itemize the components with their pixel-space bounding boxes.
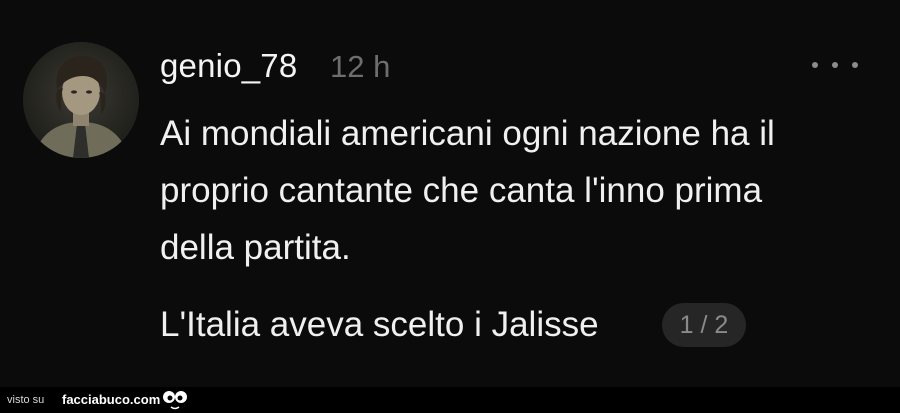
comment-second-paragraph: L'Italia aveva scelto i Jalisse — [160, 305, 599, 344]
username[interactable]: genio_78 — [160, 47, 297, 85]
dot — [812, 62, 818, 68]
visto-su-label: visto su — [7, 394, 45, 406]
comment-card: genio_78 12 h Ai mondiali americani ogni… — [0, 0, 900, 387]
comment-line: della partita. — [160, 228, 351, 267]
more-options-icon[interactable] — [812, 50, 858, 80]
facciabuco-face-logo-icon — [162, 389, 188, 413]
page-indicator-badge[interactable]: 1 / 2 — [662, 303, 746, 347]
comment-line: Ai mondiali americani ogni nazione ha il — [160, 114, 775, 153]
comment-text: Ai mondiali americani ogni nazione ha il… — [160, 105, 860, 276]
comment-line: proprio cantante che canta l'inno prima — [160, 171, 763, 210]
dot — [832, 62, 838, 68]
brand-name: facciabuco.com — [62, 392, 161, 407]
dot — [852, 62, 858, 68]
avatar[interactable] — [23, 42, 139, 158]
avatar-photo-icon — [23, 42, 139, 158]
screenshot-frame: genio_78 12 h Ai mondiali americani ogni… — [0, 0, 900, 413]
timestamp: 12 h — [330, 49, 391, 84]
watermark-bar: visto su facciabuco.com — [0, 387, 900, 413]
